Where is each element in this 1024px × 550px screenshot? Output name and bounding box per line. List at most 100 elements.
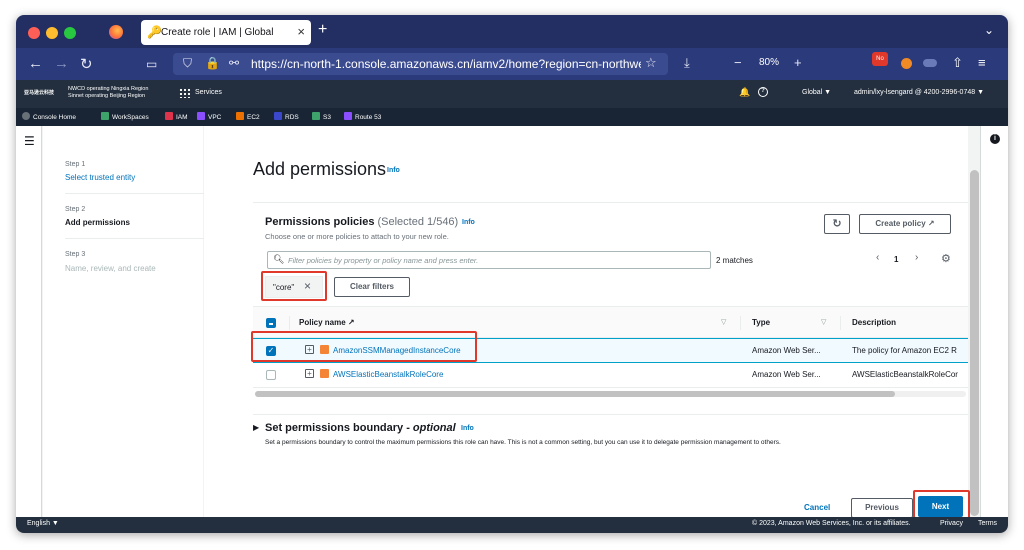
highlight-box-row (251, 331, 477, 362)
policies-info-link[interactable]: Info (462, 219, 475, 226)
forward-arrow-icon[interactable]: → (54, 55, 69, 72)
clear-filters-button[interactable]: Clear filters (334, 277, 410, 297)
column-type[interactable]: Type (752, 318, 770, 327)
step-3-label: Name, review, and create (65, 264, 156, 273)
tab-title: Create role | IAM | Global (161, 27, 274, 38)
console-footer: English ▼ © 2023, Amazon Web Services, I… (16, 517, 1008, 533)
column-policy-name[interactable]: Policy name ↗ (299, 318, 355, 327)
download-icon[interactable]: ⤓ (684, 55, 690, 71)
favorite-s3[interactable]: S3 (312, 112, 331, 121)
share-icon[interactable]: ⇧ (952, 55, 963, 71)
region-line-2: Sinnet operating Beijing Region (68, 93, 146, 99)
extension-icon-2[interactable] (923, 59, 937, 67)
favorite-iam[interactable]: IAM (165, 112, 188, 121)
url-bar[interactable]: ⛉ 🔒 ⚯ https://cn-north-1.console.amazona… (173, 53, 668, 75)
lock-icon[interactable]: 🔒 (205, 56, 220, 70)
step-2-label: Add permissions (65, 218, 130, 227)
extension-badge[interactable]: No (872, 52, 888, 66)
policy-description: AWSElasticBeanstalkRoleCor (852, 370, 958, 379)
vpc-icon (197, 112, 205, 120)
close-tab-icon[interactable]: × (297, 24, 305, 39)
search-placeholder: Filter policies by property or policy na… (288, 256, 479, 265)
terms-link[interactable]: Terms (978, 520, 997, 527)
sort-caret-icon[interactable]: ▽ (721, 318, 726, 326)
policies-title: Permissions policies (Selected 1/546) (265, 216, 459, 228)
vertical-scrollbar[interactable] (970, 170, 979, 516)
tab-list-chevron-icon[interactable]: ⌄ (984, 23, 994, 37)
menu-icon[interactable]: ≡ (978, 55, 986, 70)
favorite-ec2[interactable]: EC2 (236, 112, 260, 121)
policies-count: (Selected 1/546) (377, 216, 459, 228)
sort-caret-icon[interactable]: ▽ (821, 318, 826, 326)
page-next-icon[interactable]: › (915, 252, 918, 263)
services-menu[interactable]: Services (195, 89, 222, 96)
favorite-rds[interactable]: RDS (274, 112, 299, 121)
policies-subtitle: Choose one or more policies to attach to… (265, 232, 449, 241)
row-checkbox[interactable] (266, 370, 276, 380)
table-row[interactable]: + AWSElasticBeanstalkRoleCore Amazon Web… (253, 363, 968, 388)
favorite-workspaces[interactable]: WorkSpaces (101, 112, 149, 121)
ec2-icon (236, 112, 244, 120)
cancel-button[interactable]: Cancel (804, 503, 830, 512)
iam-icon (165, 112, 173, 120)
policy-description: The policy for Amazon EC2 R (852, 346, 957, 355)
privacy-link[interactable]: Privacy (940, 520, 963, 527)
s3-icon (312, 112, 320, 120)
permissions-icon[interactable]: ⚯ (229, 56, 239, 70)
back-arrow-icon[interactable]: ← (28, 55, 43, 72)
expand-icon[interactable]: + (305, 369, 314, 378)
url-text[interactable]: https://cn-north-1.console.amazonaws.cn/… (251, 57, 641, 71)
previous-button[interactable]: Previous (851, 498, 913, 518)
select-all-checkbox[interactable] (266, 318, 276, 328)
console-home-icon (22, 112, 30, 120)
policy-name-link[interactable]: AWSElasticBeanstalkRoleCore (333, 370, 443, 379)
boundary-description: Set a permissions boundary to control th… (265, 439, 781, 446)
aws-favicon-icon: 🔑 (147, 25, 162, 39)
minimize-window-button[interactable] (46, 27, 58, 39)
step-1-number: Step 1 (65, 161, 86, 168)
sidebar-toggle-icon[interactable]: ▭ (146, 57, 157, 71)
boundary-title[interactable]: Set permissions boundary - optional (265, 422, 456, 434)
step-divider (65, 193, 205, 194)
tab-create-role[interactable]: 🔑 Create role | IAM | Global × (141, 20, 311, 45)
boundary-info-link[interactable]: Info (461, 425, 474, 432)
account-menu[interactable]: admin/lxy-lsengard @ 4200-2996-0748 ▼ (854, 89, 984, 96)
region-operator-info: NWCD operating Ningxia Region Sinnet ope… (68, 86, 148, 100)
extension-icon[interactable] (901, 58, 912, 69)
create-policy-button[interactable]: Create policy ↗ (859, 214, 951, 234)
firefox-icon (109, 25, 123, 39)
reload-icon[interactable]: ↻ (80, 55, 93, 73)
bookmark-star-icon[interactable]: ☆ (645, 55, 657, 71)
expand-caret-icon[interactable]: ▶ (253, 423, 259, 432)
console-content: ☰ Step 1 Select trusted entity Step 2 Ad… (16, 126, 1008, 524)
language-selector[interactable]: English ▼ (27, 520, 59, 527)
refresh-button[interactable]: ↻ (824, 214, 850, 234)
favorite-console-home[interactable]: Console Home (22, 112, 76, 121)
wizard-steps: Step 1 Select trusted entity Step 2 Add … (43, 126, 205, 517)
step-1-link[interactable]: Select trusted entity (65, 173, 135, 182)
column-description[interactable]: Description (852, 318, 896, 327)
new-tab-button[interactable]: + (318, 21, 327, 39)
close-window-button[interactable] (28, 27, 40, 39)
page-info-link[interactable]: Info (387, 167, 400, 174)
zoom-in-icon[interactable]: + (794, 55, 802, 70)
zoom-level[interactable]: 80% (759, 57, 779, 68)
zoom-out-icon[interactable]: − (734, 55, 742, 70)
notifications-bell-icon[interactable]: 🔔 (739, 87, 750, 98)
region-selector[interactable]: Global ▼ (802, 89, 831, 96)
settings-gear-icon[interactable]: ⚙ (941, 252, 951, 265)
favorite-route53[interactable]: Route 53 (344, 112, 381, 121)
info-panel-icon[interactable]: i (990, 134, 1000, 144)
services-grid-icon[interactable] (179, 88, 190, 98)
horizontal-scrollbar-thumb[interactable] (255, 391, 895, 397)
column-divider (740, 316, 741, 330)
policy-filter-input[interactable]: 🔍︎ Filter policies by property or policy… (267, 251, 711, 269)
help-icon[interactable]: ? (758, 87, 768, 97)
hamburger-menu-icon[interactable]: ☰ (24, 134, 35, 148)
page-number[interactable]: 1 (894, 255, 898, 264)
aws-logo[interactable]: 亚马逊云科技 (24, 89, 54, 96)
favorite-vpc[interactable]: VPC (197, 112, 221, 121)
shield-icon[interactable]: ⛉ (183, 56, 192, 71)
maximize-window-button[interactable] (64, 27, 76, 39)
page-prev-icon[interactable]: ‹ (876, 252, 879, 263)
